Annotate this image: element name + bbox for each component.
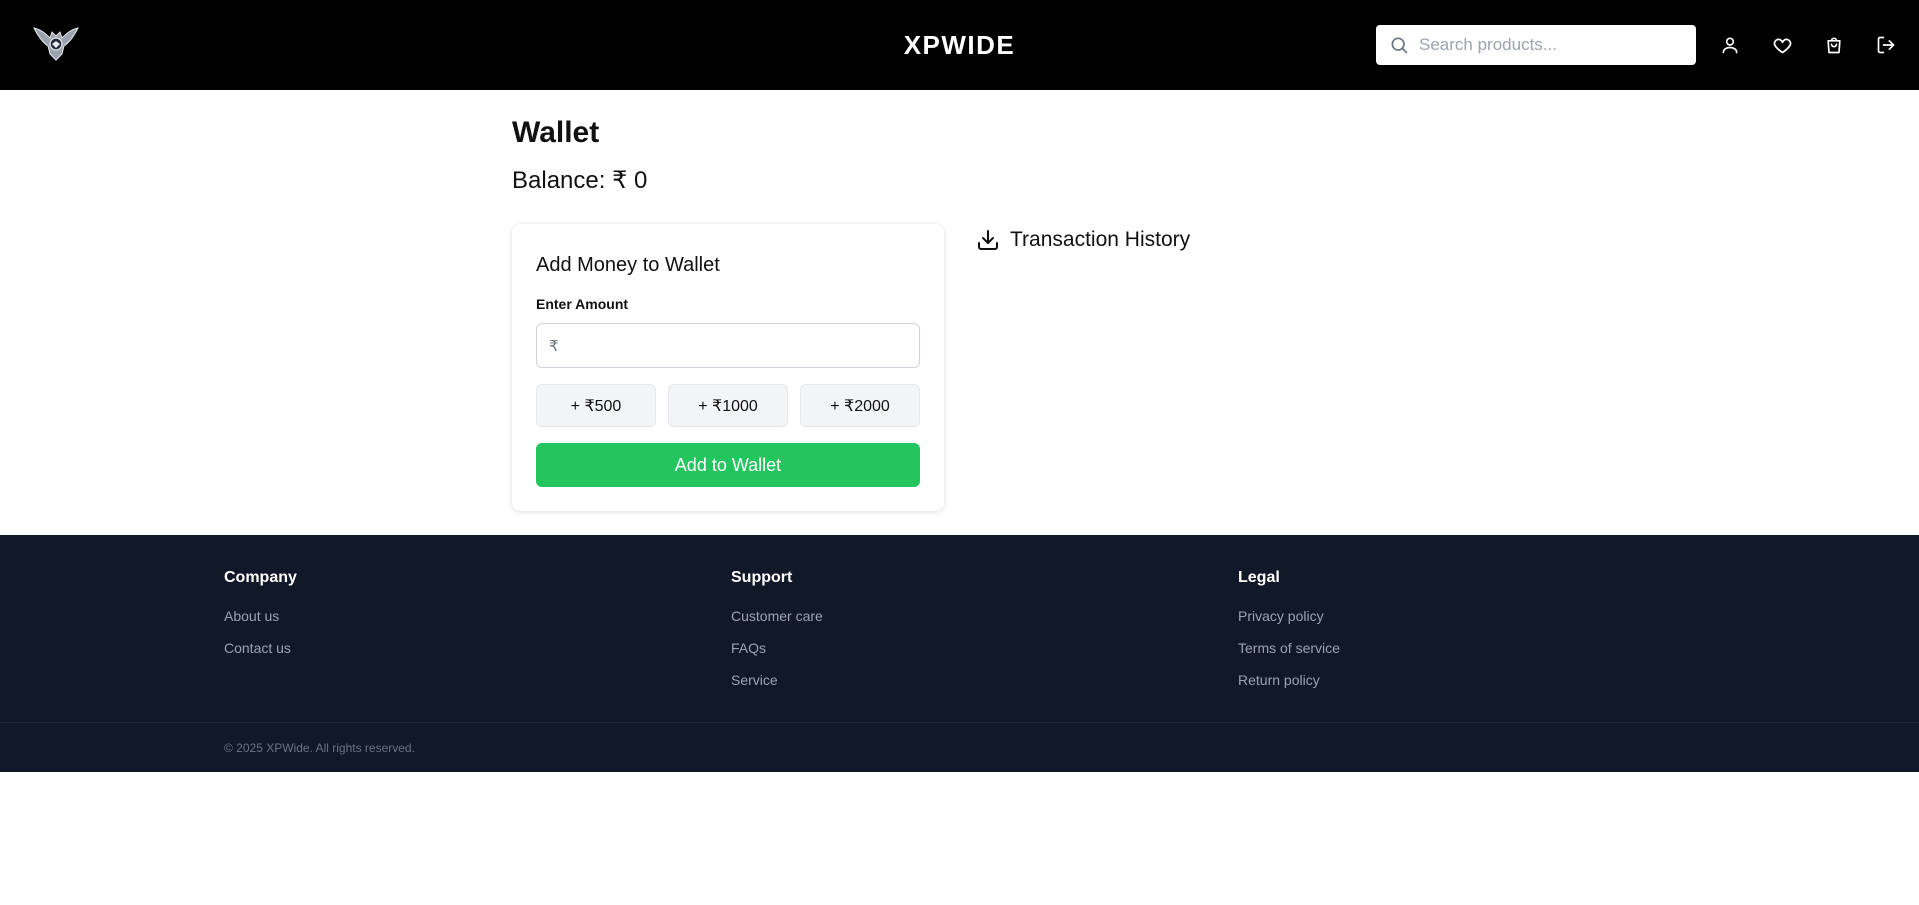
user-icon[interactable] bbox=[1718, 33, 1742, 57]
quick-add-1000-button[interactable]: + ₹1000 bbox=[668, 384, 788, 427]
footer-divider bbox=[0, 722, 1919, 723]
footer-column-legal: Legal Privacy policy Terms of service Re… bbox=[1238, 569, 1340, 699]
footer-link-service[interactable]: Service bbox=[731, 667, 823, 699]
logout-icon[interactable] bbox=[1874, 33, 1898, 57]
heart-icon[interactable] bbox=[1770, 33, 1794, 57]
footer-link-customer-care[interactable]: Customer care bbox=[731, 603, 823, 635]
footer-column-company: Company About us Contact us bbox=[224, 569, 297, 667]
copyright-text: © 2025 XPWide. All rights reserved. bbox=[224, 741, 415, 755]
footer-link-terms-of-service[interactable]: Terms of service bbox=[1238, 635, 1340, 667]
footer-heading: Company bbox=[224, 569, 297, 586]
footer-heading: Support bbox=[731, 569, 793, 586]
amount-label: Enter Amount bbox=[536, 296, 629, 312]
download-icon bbox=[978, 230, 998, 250]
footer-link-privacy-policy[interactable]: Privacy policy bbox=[1238, 603, 1340, 635]
shopping-bag-icon[interactable] bbox=[1822, 33, 1846, 57]
footer-heading: Legal bbox=[1238, 569, 1280, 586]
page-title: Wallet bbox=[512, 116, 600, 149]
footer-link-faqs[interactable]: FAQs bbox=[731, 635, 823, 667]
footer-link-about-us[interactable]: About us bbox=[224, 603, 297, 635]
card-title: Add Money to Wallet bbox=[536, 254, 720, 276]
balance-label: Balance: bbox=[512, 167, 606, 194]
site-footer: Company About us Contact us Support Cust… bbox=[0, 535, 1919, 772]
footer-link-return-policy[interactable]: Return policy bbox=[1238, 667, 1340, 699]
add-to-wallet-button[interactable]: Add to Wallet bbox=[536, 443, 920, 487]
amount-field[interactable]: ₹ bbox=[536, 323, 920, 368]
rupee-icon: ₹ bbox=[549, 337, 559, 355]
wallet-balance: Balance: ₹ 0 bbox=[512, 166, 647, 195]
search-input[interactable] bbox=[1419, 35, 1679, 55]
search-icon bbox=[1391, 37, 1408, 54]
add-money-card: Add Money to Wallet Enter Amount ₹ + ₹50… bbox=[512, 224, 944, 511]
footer-column-support: Support Customer care FAQs Service bbox=[731, 569, 823, 699]
top-navbar: XPWIDE bbox=[0, 0, 1919, 90]
search-box[interactable] bbox=[1376, 25, 1696, 65]
amount-input[interactable] bbox=[564, 324, 919, 367]
quick-add-500-button[interactable]: + ₹500 bbox=[536, 384, 656, 427]
transaction-history-label: Transaction History bbox=[1010, 228, 1191, 251]
quick-add-2000-button[interactable]: + ₹2000 bbox=[800, 384, 920, 427]
balance-value: ₹ 0 bbox=[612, 167, 648, 194]
transaction-history-button[interactable]: Transaction History bbox=[976, 228, 1190, 252]
footer-link-contact-us[interactable]: Contact us bbox=[224, 635, 297, 667]
